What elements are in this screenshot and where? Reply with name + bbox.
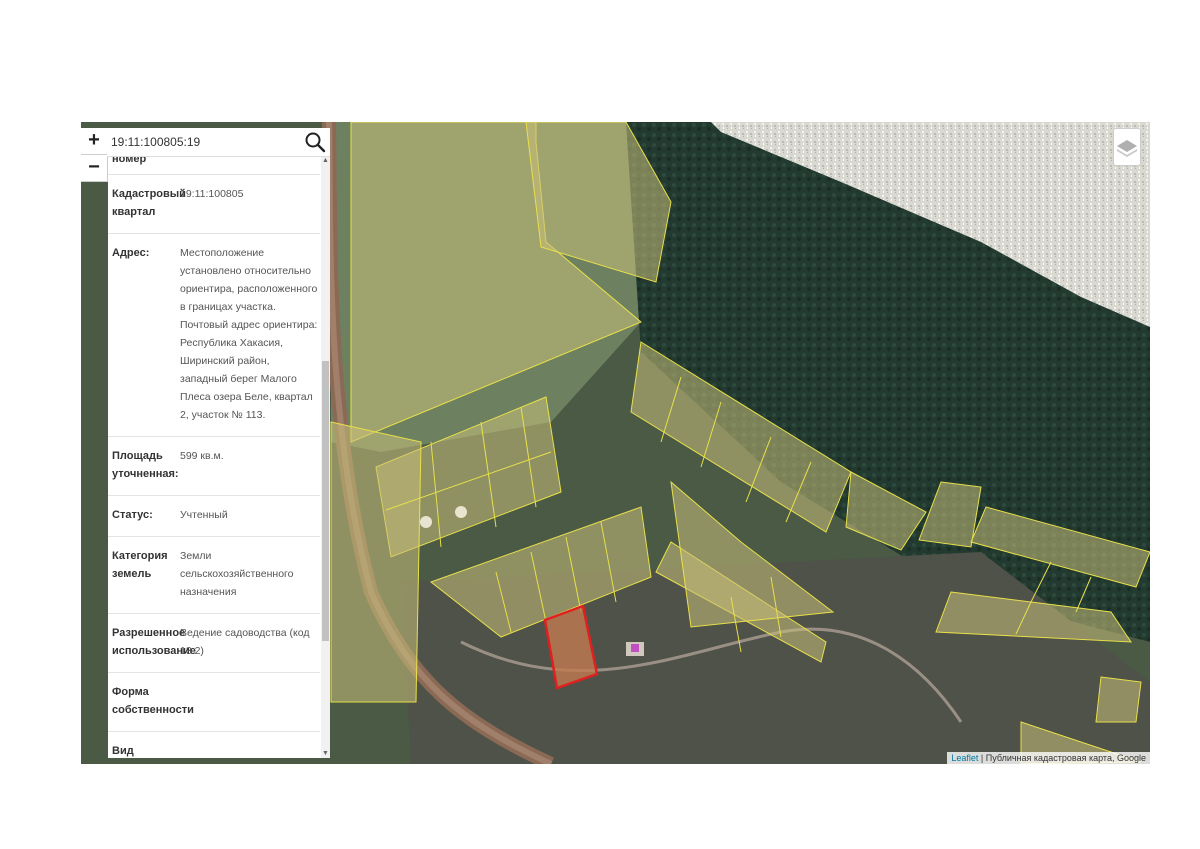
info-row-cut: номер [108,156,320,175]
map-attribution: Leaflet | Публичная кадастровая карта, G… [947,752,1150,764]
search-icon[interactable] [304,131,326,153]
info-row: Кадастровый квартал 19:11:100805 [108,175,320,234]
info-label: Адрес: [112,247,150,259]
zoom-in-button[interactable]: + [81,128,107,155]
info-row: Статус: Учтенный [108,496,320,537]
info-label: Вид собственности [112,745,134,757]
info-label: Кадастровый квартал [112,188,186,218]
info-value [180,683,318,719]
zoom-out-button[interactable]: − [81,155,107,182]
info-label: Площадь уточненная: [112,450,179,480]
search-input[interactable] [111,134,301,150]
panel-scrollbar[interactable]: ▲ ▼ [321,156,330,758]
layers-button[interactable] [1113,128,1141,166]
scroll-down-icon[interactable]: ▼ [321,749,330,758]
info-row: Форма собственности [108,673,320,732]
map-view[interactable]: + − номер Кадастровый квартал19:11:10080… [81,122,1150,764]
info-row: Вид собственности [108,732,320,758]
scroll-up-icon[interactable]: ▲ [321,156,330,165]
search-bar [107,128,330,157]
info-label: Статус: [112,509,153,521]
scroll-thumb[interactable] [322,361,329,641]
info-value: Ведение садоводства (код 13.2) [180,627,310,657]
layers-icon [1117,140,1137,157]
info-value: Местоположение установлено относительно … [180,247,318,421]
info-label: Категория земель [112,550,168,580]
info-row: Адрес: Местоположение установлено относит… [108,234,320,437]
parcel-info-list: номер Кадастровый квартал 19:11:100805 Адр… [108,156,320,758]
leaflet-link[interactable]: Leaflet [951,753,978,763]
zoom-control: + − [81,128,108,182]
info-value [180,742,318,758]
info-value: 19:11:100805 [180,188,244,200]
info-label: Разрешенное использование [112,627,196,657]
parcel-info-panel: номер Кадастровый квартал 19:11:100805 Адр… [108,156,330,758]
info-label: номер [112,156,147,165]
info-value: Земли сельскохозяйственного назначения [180,550,294,598]
info-label: Форма собственности [112,686,194,716]
attribution-text: | Публичная кадастровая карта, Google [978,753,1146,763]
info-value: Учтенный [180,509,228,521]
info-row: Разрешенное использование Ведение садовод… [108,614,320,673]
info-row: Категория земель Земли сельскохозяйственн… [108,537,320,614]
info-row: Площадь уточненная: 599 кв.м. [108,437,320,496]
info-value: 599 кв.м. [180,450,224,462]
